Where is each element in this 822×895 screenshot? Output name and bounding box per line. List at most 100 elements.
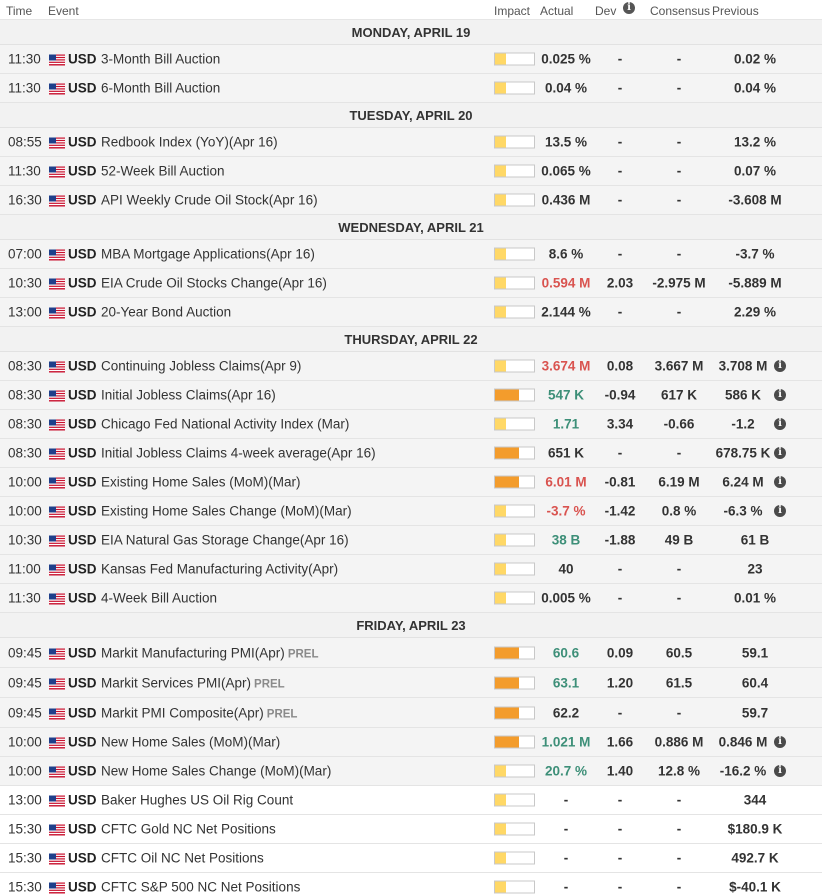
event-name[interactable]: Existing Home Sales Change (MoM)(Mar): [101, 504, 352, 519]
impact-bar-fill: [495, 476, 520, 488]
revision-info-icon[interactable]: i: [774, 505, 786, 517]
event-name[interactable]: New Home Sales Change (MoM)(Mar): [101, 764, 331, 779]
table-row[interactable]: 08:30 USD Chicago Fed National Activity In…: [0, 410, 822, 439]
table-row[interactable]: 11:30 USD 4-Week Bill Auction 0.005 % - - 0.01…: [0, 584, 822, 613]
event-name-text[interactable]: 3-Month Bill Auction: [101, 52, 220, 67]
table-row[interactable]: 07:00 USD MBA Mortgage Applications(Apr 16…: [0, 240, 822, 269]
table-row[interactable]: 10:30 USD EIA Crude Oil Stocks Change(Apr …: [0, 269, 822, 298]
revision-info-icon[interactable]: i: [774, 389, 786, 401]
event-name-text[interactable]: EIA Natural Gas Storage Change(Apr 16): [101, 533, 349, 548]
event-name[interactable]: 4-Week Bill Auction: [101, 591, 217, 606]
table-row[interactable]: 11:30 USD 3-Month Bill Auction 0.025 % - - 0.0…: [0, 45, 822, 74]
event-actual: 40: [558, 561, 574, 577]
event-name-text[interactable]: New Home Sales (MoM)(Mar): [101, 735, 280, 750]
table-row[interactable]: 16:30 USD API Weekly Crude Oil Stock(Apr 1…: [0, 186, 822, 215]
revision-info-icon[interactable]: i: [774, 418, 786, 430]
event-name-text[interactable]: Baker Hughes US Oil Rig Count: [101, 793, 293, 808]
event-name-text[interactable]: CFTC S&P 500 NC Net Positions: [101, 880, 300, 895]
event-name-text[interactable]: New Home Sales Change (MoM)(Mar): [101, 764, 331, 779]
event-previous: 59.7: [741, 705, 769, 720]
event-name[interactable]: Markit PMI Composite(Apr) PREL: [101, 705, 297, 720]
event-name-text[interactable]: MBA Mortgage Applications(Apr 16): [101, 247, 315, 262]
table-row[interactable]: 13:00 USD Baker Hughes US Oil Rig Count - - -…: [0, 786, 822, 815]
event-name-text[interactable]: Existing Home Sales (MoM)(Mar): [101, 475, 301, 490]
revision-info-icon[interactable]: i: [774, 447, 786, 459]
event-name[interactable]: Existing Home Sales (MoM)(Mar): [101, 475, 301, 490]
event-name[interactable]: Redbook Index (YoY)(Apr 16): [101, 135, 278, 150]
table-row[interactable]: 09:45 USD Markit Services PMI(Apr) PREL 63.1…: [0, 668, 822, 698]
event-name-text[interactable]: Markit Manufacturing PMI(Apr): [101, 645, 285, 660]
table-row[interactable]: 10:00 USD New Home Sales Change (MoM)(Mar)…: [0, 757, 822, 786]
event-name-text[interactable]: Redbook Index (YoY)(Apr 16): [101, 135, 278, 150]
event-name[interactable]: CFTC Gold NC Net Positions: [101, 822, 276, 837]
event-name[interactable]: CFTC Oil NC Net Positions: [101, 851, 264, 866]
event-name[interactable]: 52-Week Bill Auction: [101, 164, 225, 179]
revision-info-icon[interactable]: i: [774, 765, 786, 777]
revision-info-icon[interactable]: i: [774, 476, 786, 488]
column-header-dev[interactable]: Dev: [595, 4, 616, 18]
event-name-text[interactable]: EIA Crude Oil Stocks Change(Apr 16): [101, 276, 327, 291]
event-name[interactable]: Baker Hughes US Oil Rig Count: [101, 793, 293, 808]
table-row[interactable]: 10:00 USD Existing Home Sales (MoM)(Mar) 6.…: [0, 468, 822, 497]
table-row[interactable]: 09:45 USD Markit PMI Composite(Apr) PREL 62.…: [0, 698, 822, 728]
revision-info-icon[interactable]: i: [774, 360, 786, 372]
table-row[interactable]: 09:45 USD Markit Manufacturing PMI(Apr) PRE…: [0, 638, 822, 668]
event-name[interactable]: Continuing Jobless Claims(Apr 9): [101, 359, 301, 374]
event-name[interactable]: CFTC S&P 500 NC Net Positions: [101, 880, 300, 895]
event-name[interactable]: EIA Crude Oil Stocks Change(Apr 16): [101, 276, 327, 291]
event-name-text[interactable]: API Weekly Crude Oil Stock(Apr 16): [101, 193, 318, 208]
table-row[interactable]: 10:30 USD EIA Natural Gas Storage Change(A…: [0, 526, 822, 555]
table-row[interactable]: 08:30 USD Continuing Jobless Claims(Apr 9)…: [0, 352, 822, 381]
table-row[interactable]: 11:30 USD 6-Month Bill Auction 0.04 % - - 0.04…: [0, 74, 822, 103]
column-header-previous[interactable]: Previous: [712, 4, 759, 18]
table-row[interactable]: 11:30 USD 52-Week Bill Auction 0.065 % - - 0.0…: [0, 157, 822, 186]
event-name-text[interactable]: Existing Home Sales Change (MoM)(Mar): [101, 504, 352, 519]
event-time: 08:30: [8, 445, 42, 461]
table-row[interactable]: 10:00 USD Existing Home Sales Change (MoM)…: [0, 497, 822, 526]
event-name-text[interactable]: Markit Services PMI(Apr): [101, 675, 251, 690]
table-row[interactable]: 13:00 USD 20-Year Bond Auction 2.144 % - - 2.2…: [0, 298, 822, 327]
column-header-time[interactable]: Time: [6, 4, 32, 18]
event-name[interactable]: API Weekly Crude Oil Stock(Apr 16): [101, 193, 318, 208]
event-name-text[interactable]: 52-Week Bill Auction: [101, 164, 225, 179]
column-header-event[interactable]: Event: [48, 4, 79, 18]
event-name[interactable]: Kansas Fed Manufacturing Activity(Apr): [101, 562, 338, 577]
event-name[interactable]: 6-Month Bill Auction: [101, 81, 220, 96]
event-name[interactable]: New Home Sales (MoM)(Mar): [101, 735, 280, 750]
table-row[interactable]: 08:30 USD Initial Jobless Claims(Apr 16) 54…: [0, 381, 822, 410]
table-row[interactable]: 11:00 USD Kansas Fed Manufacturing Activit…: [0, 555, 822, 584]
event-name-text[interactable]: 4-Week Bill Auction: [101, 591, 217, 606]
event-name-text[interactable]: Kansas Fed Manufacturing Activity(Apr): [101, 562, 338, 577]
event-name-text[interactable]: Chicago Fed National Activity Index (Mar…: [101, 417, 349, 432]
event-name[interactable]: Initial Jobless Claims 4-week average(Ap…: [101, 446, 376, 461]
column-header-consensus[interactable]: Consensus: [650, 4, 710, 18]
impact-bar-fill: [495, 53, 506, 65]
event-name[interactable]: EIA Natural Gas Storage Change(Apr 16): [101, 533, 349, 548]
event-name[interactable]: Markit Manufacturing PMI(Apr) PREL: [101, 645, 318, 660]
event-name[interactable]: 3-Month Bill Auction: [101, 52, 220, 67]
event-name[interactable]: 20-Year Bond Auction: [101, 305, 231, 320]
event-name-text[interactable]: 6-Month Bill Auction: [101, 81, 220, 96]
event-name[interactable]: Chicago Fed National Activity Index (Mar…: [101, 417, 349, 432]
day-header: TUESDAY, APRIL 20: [0, 103, 822, 128]
column-header-actual[interactable]: Actual: [540, 4, 573, 18]
event-name-text[interactable]: Markit PMI Composite(Apr): [101, 705, 264, 720]
event-name-text[interactable]: 20-Year Bond Auction: [101, 305, 231, 320]
dev-info-icon[interactable]: i: [623, 2, 635, 14]
event-name-text[interactable]: CFTC Gold NC Net Positions: [101, 822, 276, 837]
event-name-text[interactable]: Continuing Jobless Claims(Apr 9): [101, 359, 301, 374]
event-name-text[interactable]: CFTC Oil NC Net Positions: [101, 851, 264, 866]
event-name[interactable]: Initial Jobless Claims(Apr 16): [101, 388, 276, 403]
event-name[interactable]: MBA Mortgage Applications(Apr 16): [101, 247, 315, 262]
table-row[interactable]: 15:30 USD CFTC Oil NC Net Positions - - - 492.…: [0, 844, 822, 873]
event-name[interactable]: Markit Services PMI(Apr) PREL: [101, 675, 285, 690]
table-row[interactable]: 08:30 USD Initial Jobless Claims 4-week av…: [0, 439, 822, 468]
table-row[interactable]: 15:30 USD CFTC S&P 500 NC Net Positions - - -…: [0, 873, 822, 895]
table-row[interactable]: 10:00 USD New Home Sales (MoM)(Mar) 1.021 M…: [0, 728, 822, 757]
event-name-text[interactable]: Initial Jobless Claims 4-week average(Ap…: [101, 446, 376, 461]
event-name-text[interactable]: Initial Jobless Claims(Apr 16): [101, 388, 276, 403]
table-row[interactable]: 08:55 USD Redbook Index (YoY)(Apr 16) 13.5 …: [0, 128, 822, 157]
column-header-impact[interactable]: Impact: [494, 4, 530, 18]
revision-info-icon[interactable]: i: [774, 736, 786, 748]
table-row[interactable]: 15:30 USD CFTC Gold NC Net Positions - - - $18…: [0, 815, 822, 844]
